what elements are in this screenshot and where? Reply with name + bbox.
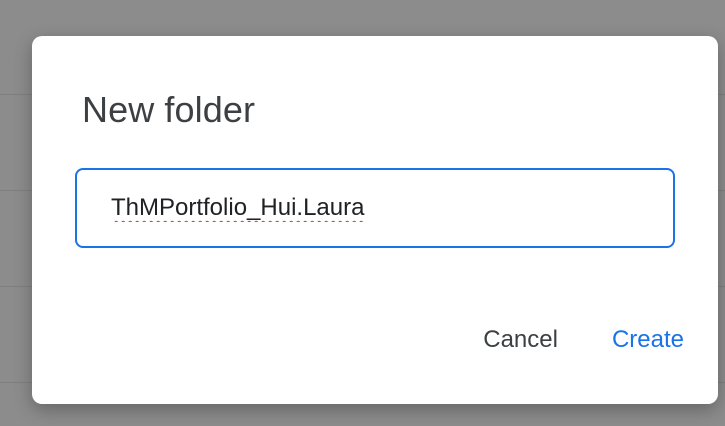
new-folder-dialog: New folder Cancel Create <box>32 36 718 404</box>
dialog-actions: Cancel Create <box>471 318 696 362</box>
create-button[interactable]: Create <box>600 318 696 362</box>
folder-name-input[interactable] <box>75 168 675 248</box>
dialog-title: New folder <box>82 89 256 130</box>
cancel-button[interactable]: Cancel <box>471 318 570 362</box>
